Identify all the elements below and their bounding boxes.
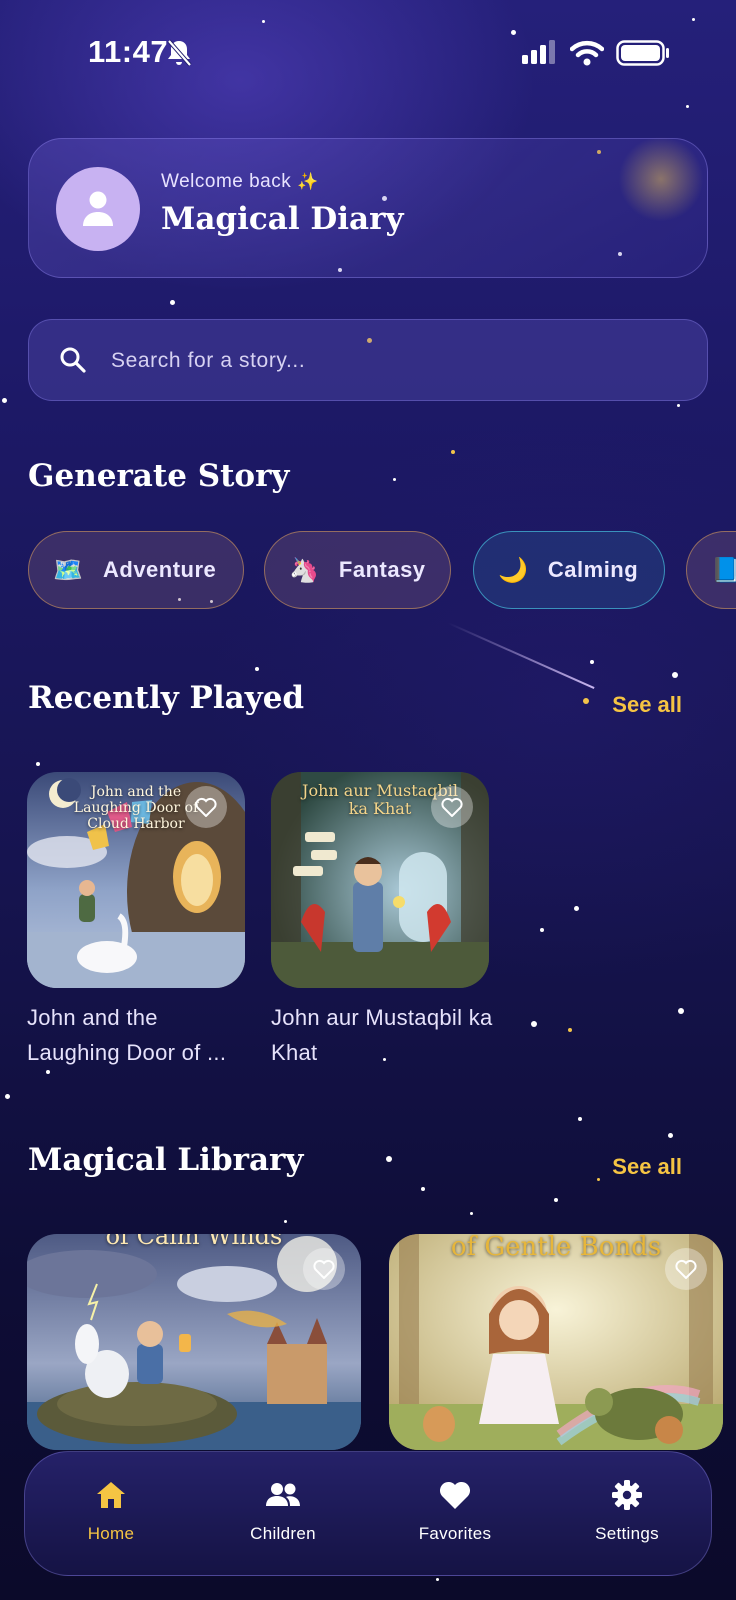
user-icon [83, 191, 113, 226]
sparkle-icon: ✨ [297, 172, 319, 191]
book-icon: 📘 [711, 556, 736, 584]
page-title: Magical Diary [161, 201, 404, 237]
favorite-button[interactable] [303, 1248, 345, 1290]
wifi-icon [569, 40, 605, 70]
nav-label: Children [250, 1524, 316, 1543]
recently-played-heading: Recently Played [28, 680, 305, 716]
chip-adventure[interactable]: 🗺️ Adventure [28, 531, 244, 609]
nav-label: Home [87, 1524, 135, 1543]
status-bar: 11:47 [0, 0, 736, 100]
chip-label: Adventure [103, 557, 217, 582]
chip-label: Fantasy [338, 557, 426, 582]
nav-settings[interactable]: Settings [541, 1452, 713, 1577]
heart-icon [313, 1259, 335, 1279]
chip-calming[interactable]: 🌙 Calming [473, 531, 665, 609]
story-thumbnail: John aur Mustaqbil ka Khat [271, 772, 489, 988]
bottom-nav: Home Children Favorites Settings [24, 1451, 712, 1576]
story-card[interactable]: John and the Laughing Door of Cloud Harb… [27, 772, 245, 1065]
search-bar[interactable] [28, 319, 708, 401]
favorite-button[interactable] [185, 786, 227, 828]
library-see-all-link[interactable]: See all [612, 1154, 682, 1180]
heart-icon [195, 797, 217, 817]
library-thumbnail: of Calm Winds [27, 1234, 361, 1450]
bell-muted-icon [166, 38, 192, 72]
crescent-moon-icon: 🌙 [498, 556, 528, 584]
story-thumbnail: John and the Laughing Door of Cloud Harb… [27, 772, 245, 988]
heart-icon [439, 1481, 471, 1509]
welcome-label: Welcome back [161, 171, 292, 192]
favorite-button[interactable] [431, 786, 473, 828]
shooting-star [447, 622, 595, 689]
welcome-text: Welcome back ✨ [161, 171, 319, 193]
status-time: 11:47 [88, 34, 169, 69]
nav-home[interactable]: Home [25, 1452, 197, 1577]
story-card[interactable]: John aur Mustaqbil ka Khat John aur Must… [271, 772, 492, 1065]
nav-children[interactable]: Children [197, 1452, 369, 1577]
story-title: John and the Laughing Door of ... [27, 1005, 227, 1065]
people-icon [266, 1483, 300, 1506]
home-icon [97, 1482, 125, 1508]
nav-favorites[interactable]: Favorites [369, 1452, 541, 1577]
unicorn-icon: 🦄 [289, 556, 319, 584]
heart-icon [441, 797, 463, 817]
chip-more[interactable]: 📘 [686, 531, 736, 609]
moon-icon [615, 133, 707, 225]
battery-icon [616, 40, 670, 70]
heart-icon [675, 1259, 697, 1279]
story-title: John aur Mustaqbil ka Khat [271, 1005, 493, 1065]
search-icon [59, 346, 87, 378]
search-input[interactable] [109, 334, 673, 388]
library-card[interactable]: of Calm Winds [27, 1234, 361, 1450]
cellular-signal-icon [522, 40, 558, 68]
welcome-card: Welcome back ✨ Magical Diary [28, 133, 708, 278]
nav-label: Settings [595, 1524, 659, 1543]
gear-icon [612, 1480, 642, 1510]
recently-played-see-all-link[interactable]: See all [612, 692, 682, 718]
genre-chip-row: 🗺️ Adventure 🦄 Fantasy 🌙 Calming 📘 [28, 531, 736, 611]
chip-label: Calming [547, 557, 639, 582]
chip-fantasy[interactable]: 🦄 Fantasy [264, 531, 451, 609]
generate-story-heading: Generate Story [28, 458, 290, 494]
favorite-button[interactable] [665, 1248, 707, 1290]
nav-label: Favorites [418, 1524, 492, 1543]
thumbnail-caption: of Calm Winds [105, 1234, 283, 1250]
library-thumbnail: of Gentle Bonds [389, 1234, 723, 1450]
magical-library-heading: Magical Library [28, 1142, 304, 1178]
map-icon: 🗺️ [53, 556, 83, 584]
library-card[interactable]: of Gentle Bonds [389, 1234, 723, 1450]
avatar[interactable] [56, 167, 140, 251]
